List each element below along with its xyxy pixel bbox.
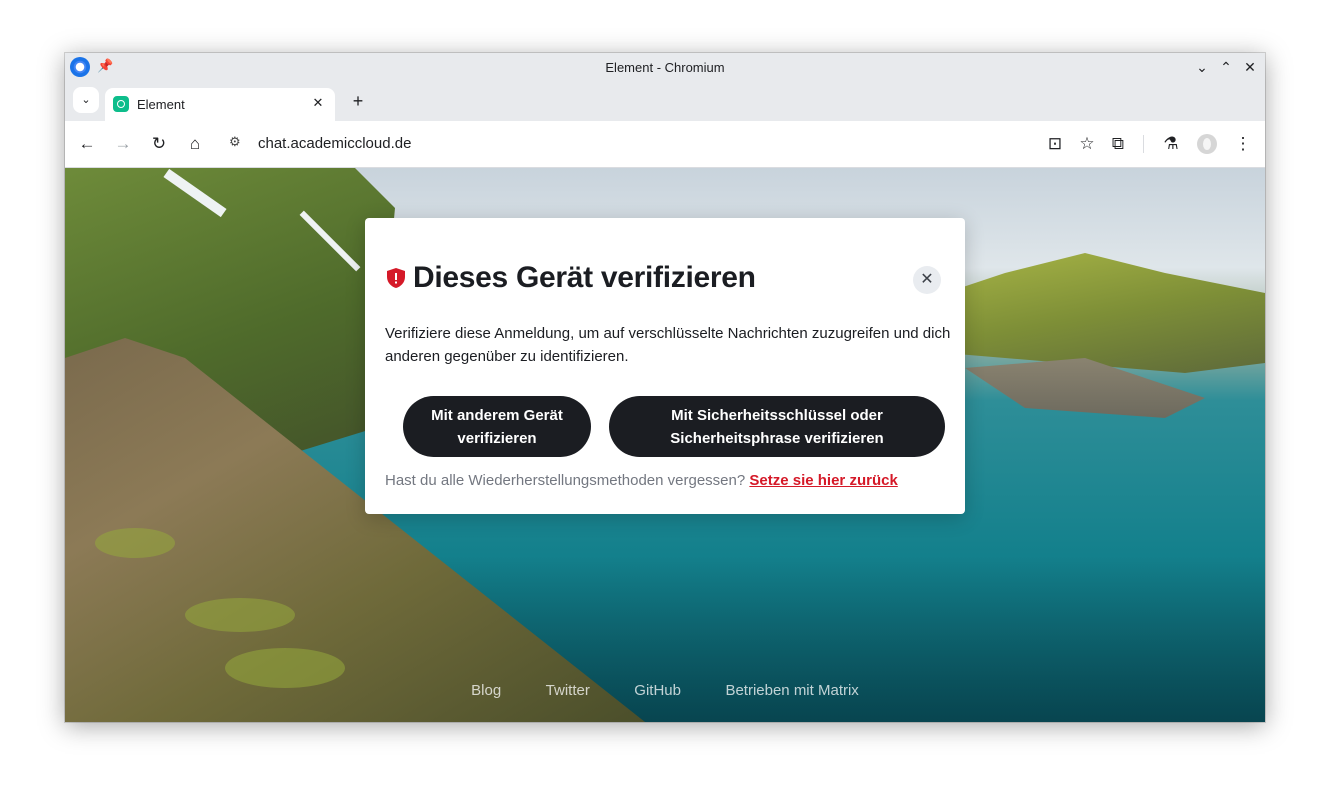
labs-flask-icon[interactable]: ⚗: [1159, 132, 1183, 156]
footer-link-github[interactable]: GitHub: [634, 682, 681, 699]
bookmark-star-icon[interactable]: ☆: [1075, 132, 1099, 156]
button-label-line: Mit anderem Gerät: [431, 406, 563, 424]
minimize-icon[interactable]: ⌄: [1191, 56, 1213, 78]
new-tab-button[interactable]: +: [347, 90, 369, 112]
forgot-methods-label: Hast du alle Wiederherstellungsmethoden …: [385, 472, 746, 489]
verify-with-other-device-button[interactable]: Mit anderem Gerät verifizieren: [403, 396, 591, 457]
window-title: Element - Chromium: [605, 60, 725, 75]
footer-link-matrix[interactable]: Betrieben mit Matrix: [725, 682, 858, 699]
maximize-icon[interactable]: ⌃: [1215, 56, 1237, 78]
button-label-line: Mit Sicherheitsschlüssel oder: [671, 406, 883, 424]
tab-element[interactable]: Element ✕: [105, 88, 335, 121]
page-background: Dieses Gerät verifizieren ✕ Verifiziere …: [65, 168, 1265, 722]
verify-with-security-key-button[interactable]: Mit Sicherheitsschlüssel oder Sicherheits…: [609, 396, 945, 457]
forgot-methods-text: Hast du alle Wiederherstellungsmethoden …: [385, 472, 898, 489]
dialog-description: Verifiziere diese Anmeldung, um auf vers…: [385, 325, 951, 365]
footer-link-blog[interactable]: Blog: [471, 682, 501, 699]
button-label-line: Sicherheitsphrase verifizieren: [670, 429, 884, 447]
back-icon[interactable]: ←: [75, 132, 99, 156]
dialog-close-button[interactable]: ✕: [913, 266, 941, 294]
tab-close-icon[interactable]: ✕: [309, 94, 327, 112]
tab-search-button[interactable]: ⌄: [73, 87, 99, 113]
background-moss: [185, 598, 295, 632]
shield-warning-icon: [387, 268, 405, 288]
menu-icon[interactable]: ⋮: [1231, 132, 1255, 156]
address-bar[interactable]: ⚙ chat.academiccloud.de: [225, 129, 1025, 159]
title-bar: 📌 Element - Chromium ⌄ ⌃ ✕: [65, 53, 1265, 81]
footer-link-twitter[interactable]: Twitter: [546, 682, 590, 699]
toolbar-divider: [1143, 135, 1144, 153]
reload-icon[interactable]: ↻: [147, 132, 171, 156]
button-label-line: verifizieren: [457, 429, 537, 447]
tab-title: Element: [137, 97, 185, 112]
dialog-title: Dieses Gerät verifizieren: [413, 261, 756, 294]
install-app-icon[interactable]: ⊡: [1043, 132, 1067, 156]
element-favicon-icon: [113, 96, 129, 112]
reset-link[interactable]: Setze sie hier zurück: [749, 472, 897, 489]
background-mountain-right: [945, 253, 1265, 373]
home-icon[interactable]: ⌂: [183, 132, 207, 156]
site-info-icon[interactable]: ⚙: [229, 134, 241, 150]
profile-avatar[interactable]: [1197, 134, 1217, 154]
tab-strip: ⌄ Element ✕ +: [65, 81, 1265, 121]
close-window-icon[interactable]: ✕: [1239, 56, 1261, 78]
page-footer: Blog Twitter GitHub Betrieben mit Matrix: [65, 682, 1265, 700]
forward-icon[interactable]: →: [111, 132, 135, 156]
extensions-icon[interactable]: ⧉: [1106, 132, 1130, 156]
verify-device-dialog: Dieses Gerät verifizieren ✕ Verifiziere …: [365, 218, 965, 514]
url-text[interactable]: chat.academiccloud.de: [258, 135, 411, 152]
background-moss: [95, 528, 175, 558]
browser-window: 📌 Element - Chromium ⌄ ⌃ ✕ ⌄ Element ✕ +…: [65, 53, 1265, 722]
toolbar: ← → ↻ ⌂ ⚙ chat.academiccloud.de ⊡ ☆ ⧉ ⚗ …: [65, 121, 1265, 168]
